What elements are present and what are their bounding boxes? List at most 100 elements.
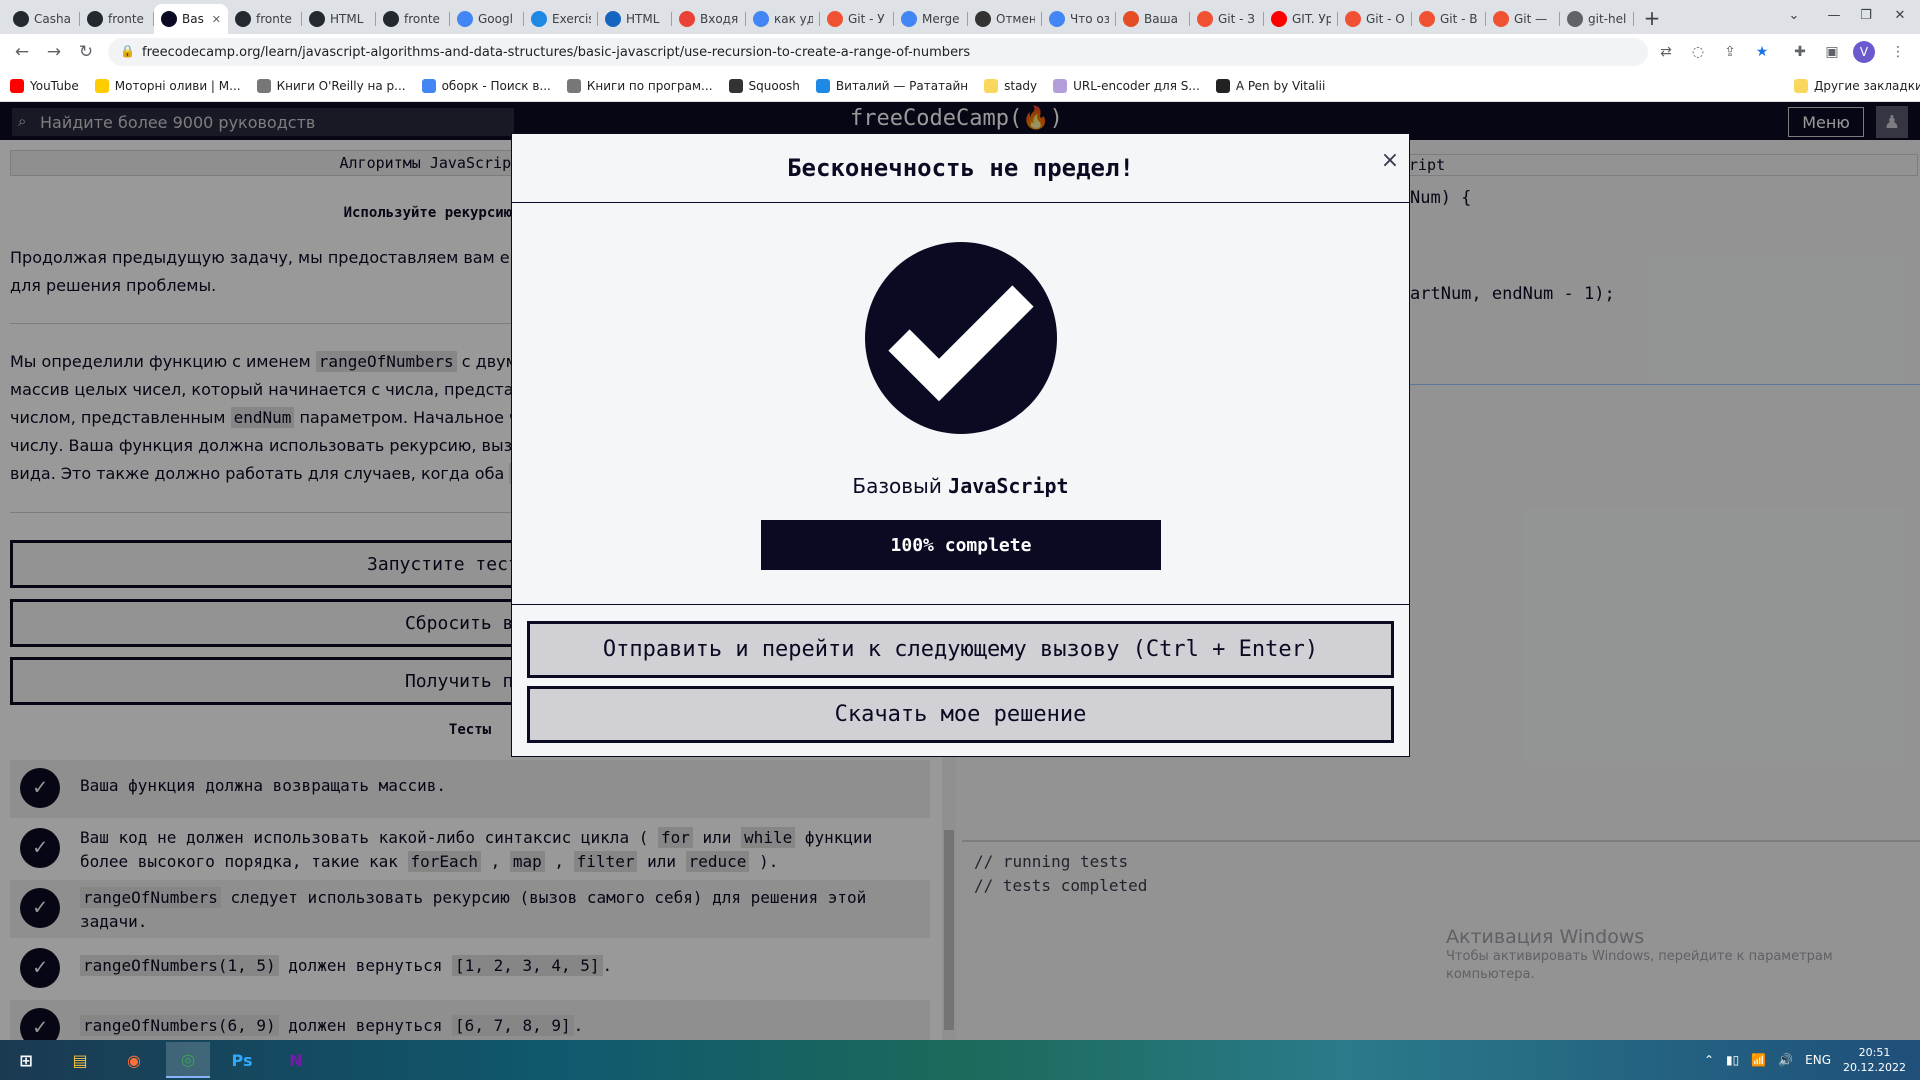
- tab-search-button[interactable]: ⌄: [1774, 0, 1814, 30]
- certification-name: Базовый JavaScript: [512, 474, 1409, 498]
- browser-tab[interactable]: fronte: [376, 4, 450, 34]
- tray-expand-icon[interactable]: ⌃: [1704, 1053, 1714, 1067]
- bookmark-item[interactable]: YouTube: [10, 78, 79, 93]
- gmail-icon: [679, 11, 695, 27]
- bookmark-item[interactable]: Виталий — Рататайн: [815, 78, 969, 93]
- submit-next-button[interactable]: Отправить и перейти к следующему вызову …: [527, 621, 1394, 678]
- file-explorer-icon[interactable]: ▤: [58, 1042, 102, 1078]
- bookmark-item[interactable]: A Pen by Vitalii: [1215, 78, 1326, 93]
- browser-tab[interactable]: Merge: [894, 4, 968, 34]
- extensions-icon[interactable]: ✚: [1788, 40, 1812, 64]
- git-icon: [1419, 11, 1435, 27]
- eye-off-icon[interactable]: ◌: [1686, 40, 1710, 64]
- tab-title: fronte: [404, 12, 440, 26]
- google-icon: [1049, 11, 1065, 27]
- share-icon[interactable]: ⇪: [1718, 40, 1742, 64]
- bookmark-label: оборк - Поиск в...: [441, 78, 551, 93]
- tab-title: Git —: [1514, 12, 1548, 26]
- download-solution-button[interactable]: Скачать мое решение: [527, 686, 1394, 743]
- clock[interactable]: 20:51 20.12.2022: [1843, 1045, 1906, 1075]
- browser-tab[interactable]: Bas ✕: [154, 4, 228, 34]
- browser-tab[interactable]: GIT. Ур: [1264, 4, 1338, 34]
- site-icon: [975, 11, 991, 27]
- bookmark-favicon: [94, 78, 109, 93]
- browser-tab[interactable]: Casha: [6, 4, 80, 34]
- bookmark-favicon: [10, 78, 24, 93]
- bookmark-label: Виталий — Рататайн: [835, 78, 969, 93]
- close-window-button[interactable]: ✕: [1880, 0, 1920, 30]
- bookmark-item[interactable]: оборк - Поиск в...: [421, 78, 551, 93]
- browser-tab[interactable]: Входя: [672, 4, 746, 34]
- browser-tab[interactable]: как уд: [746, 4, 820, 34]
- cert-prefix: Базовый: [852, 474, 949, 498]
- reload-button[interactable]: ↻: [70, 36, 102, 68]
- start-button[interactable]: ⊞: [4, 1042, 48, 1078]
- network-icon[interactable]: ▮▯: [1726, 1053, 1739, 1067]
- browser-tab[interactable]: Exercis: [524, 4, 598, 34]
- browser-tab[interactable]: fronte: [80, 4, 154, 34]
- close-icon[interactable]: ×: [1378, 148, 1402, 173]
- browser-tab-strip: Casha fronte Bas ✕ fronte HTML fronte Googl Exer…: [0, 0, 1920, 34]
- browser-tab[interactable]: Git - У: [820, 4, 894, 34]
- success-check-icon: [865, 242, 1057, 434]
- tab-title: Входя: [700, 12, 739, 26]
- other-bookmarks-folder[interactable]: Другие закладки: [1794, 78, 1920, 93]
- translate-page-icon[interactable]: ⇄: [1654, 40, 1678, 64]
- tab-title: Merge: [922, 12, 960, 26]
- tab-title: Git - У: [848, 12, 885, 26]
- photoshop-icon[interactable]: Ps: [220, 1042, 264, 1078]
- bookmark-item[interactable]: stady: [984, 78, 1038, 93]
- browser-tab[interactable]: HTML: [598, 4, 672, 34]
- tab-title: Git - О: [1366, 12, 1405, 26]
- browser-tab[interactable]: Git - О: [1338, 4, 1412, 34]
- tab-title: Ваша: [1144, 12, 1178, 26]
- bookmark-item[interactable]: Книги O'Reilly на р...: [256, 78, 406, 93]
- chrome-menu-icon[interactable]: ⋮: [1886, 40, 1910, 64]
- profile-initial: V: [1853, 41, 1875, 63]
- git-icon: [1493, 11, 1509, 27]
- tab-title: Отмен: [996, 12, 1035, 26]
- code-icon: [1123, 11, 1139, 27]
- bookmark-item[interactable]: Моторні оливи | М...: [94, 78, 241, 93]
- github-icon: [309, 11, 325, 27]
- clock-date: 20.12.2022: [1843, 1061, 1906, 1074]
- language-indicator[interactable]: ENG: [1805, 1053, 1831, 1067]
- browser-tab[interactable]: fronte: [228, 4, 302, 34]
- browser-tab[interactable]: HTML: [302, 4, 376, 34]
- github-icon: [235, 11, 251, 27]
- wifi-icon[interactable]: 📶: [1751, 1053, 1766, 1067]
- browser-tab[interactable]: Git —: [1486, 4, 1560, 34]
- browser-tab[interactable]: Ваша: [1116, 4, 1190, 34]
- progress-bar: 100% complete: [761, 520, 1161, 570]
- browser-tab[interactable]: Git - З: [1190, 4, 1264, 34]
- bookmark-item[interactable]: Squoosh: [728, 78, 800, 93]
- volume-icon[interactable]: 🔊: [1778, 1053, 1793, 1067]
- tab-title: git-hel: [1588, 12, 1627, 26]
- bookmark-label: stady: [1004, 78, 1038, 93]
- fcc-icon: [161, 11, 177, 27]
- bookmark-label: A Pen by Vitalii: [1235, 78, 1326, 93]
- onenote-icon[interactable]: N: [274, 1042, 318, 1078]
- back-button[interactable]: ←: [6, 36, 38, 68]
- address-bar[interactable]: 🔒 freecodecamp.org/learn/javascript-algo…: [108, 38, 1648, 66]
- forward-button[interactable]: →: [38, 36, 70, 68]
- tab-title: как уд: [774, 12, 813, 26]
- browser-tab[interactable]: Отмен: [968, 4, 1042, 34]
- browser-tab[interactable]: Googl: [450, 4, 524, 34]
- bookmark-item[interactable]: Книги по програм...: [566, 78, 713, 93]
- profile-avatar[interactable]: V: [1852, 40, 1876, 64]
- bookmark-item[interactable]: URL-encoder для S...: [1053, 78, 1200, 93]
- close-tab-icon[interactable]: ✕: [212, 13, 221, 26]
- bookmark-star-icon[interactable]: ★: [1750, 40, 1774, 64]
- browser-tab[interactable]: Что оз: [1042, 4, 1116, 34]
- new-tab-button[interactable]: +: [1638, 4, 1666, 32]
- bookmarks-bar: YouTube Моторні оливи | М... Книги O'Reill…: [0, 70, 1920, 102]
- browser-tab[interactable]: git-hel: [1560, 4, 1634, 34]
- chrome-icon[interactable]: ◎: [166, 1042, 210, 1078]
- tab-title: Git - З: [1218, 12, 1255, 26]
- side-panel-icon[interactable]: ▣: [1820, 40, 1844, 64]
- firefox-icon[interactable]: ◉: [112, 1042, 156, 1078]
- browser-tab[interactable]: Git - В: [1412, 4, 1486, 34]
- git-icon: [1197, 11, 1213, 27]
- tab-title: HTML: [626, 12, 660, 26]
